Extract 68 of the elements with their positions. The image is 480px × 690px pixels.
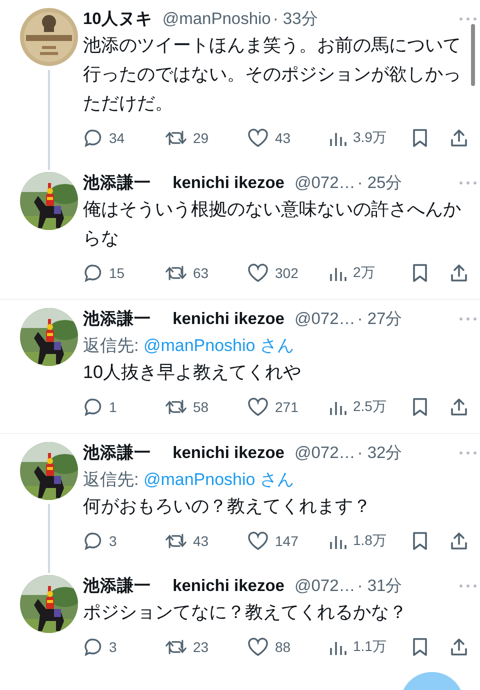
repost-icon[interactable] xyxy=(165,531,187,551)
heart-icon[interactable] xyxy=(247,637,269,657)
reply-count: 3 xyxy=(109,533,117,549)
timestamp[interactable]: · 33分 xyxy=(272,8,318,30)
timestamp[interactable]: · 31分 xyxy=(357,575,403,597)
repost-icon[interactable] xyxy=(165,128,187,148)
reply-icon[interactable] xyxy=(83,637,103,657)
tweet-text: 池添のツイートほんま笑う。お前の馬について行ったのではない。そのポジションが欲しかっただけだ。 xyxy=(83,34,461,115)
user-name[interactable]: 10人ヌキ xyxy=(83,8,152,30)
reply-icon[interactable] xyxy=(83,128,103,148)
scrollbar[interactable] xyxy=(471,24,475,86)
reply-count: 34 xyxy=(109,130,125,146)
view-count: 3.9万 xyxy=(353,129,386,147)
view-count: 2万 xyxy=(353,264,375,282)
repost-icon[interactable] xyxy=(165,397,187,417)
reply-count: 3 xyxy=(109,639,117,655)
user-handle[interactable]: @072… xyxy=(294,577,356,596)
bookmark-icon[interactable] xyxy=(411,637,429,657)
reply-icon[interactable] xyxy=(83,263,103,283)
share-icon[interactable] xyxy=(449,128,469,148)
user-handle[interactable]: @072… xyxy=(294,310,356,329)
repost-icon[interactable] xyxy=(165,263,187,283)
reply-icon[interactable] xyxy=(83,397,103,417)
like-count: 271 xyxy=(275,399,298,415)
user-handle[interactable]: @072… xyxy=(294,444,356,463)
bookmark-icon[interactable] xyxy=(411,128,429,148)
repost-icon[interactable] xyxy=(165,637,187,657)
view-count: 1.8万 xyxy=(353,532,386,550)
reply-count: 1 xyxy=(109,399,117,415)
heart-icon[interactable] xyxy=(247,128,269,148)
bookmark-icon[interactable] xyxy=(411,263,429,283)
timestamp[interactable]: · 32分 xyxy=(357,442,403,464)
view-count: 2.5万 xyxy=(353,398,386,416)
timestamp[interactable]: · 25分 xyxy=(357,172,403,194)
reply-count: 15 xyxy=(109,265,125,281)
repost-count: 58 xyxy=(193,399,209,415)
repost-count: 23 xyxy=(193,639,209,655)
heart-icon[interactable] xyxy=(247,531,269,551)
tweet-text: ポジションてなに？教えてくれるかな？ xyxy=(83,601,408,624)
user-name[interactable]: 池添謙一 kenichi ikezoe xyxy=(83,172,284,194)
like-count: 302 xyxy=(275,265,298,281)
heart-icon[interactable] xyxy=(247,397,269,417)
repost-count: 63 xyxy=(193,265,209,281)
view-count: 1.1万 xyxy=(353,638,386,656)
share-icon[interactable] xyxy=(449,263,469,283)
reply-icon[interactable] xyxy=(83,531,103,551)
user-name[interactable]: 池添謙一 kenichi ikezoe xyxy=(83,308,284,330)
reply-to-text: 返信先: @manPnoshio さん xyxy=(83,469,295,491)
like-count: 43 xyxy=(275,130,291,146)
user-name[interactable]: 池添謙一 kenichi ikezoe xyxy=(83,442,284,464)
tweet-text: 何がおもろいの？教えてくれます？ xyxy=(83,495,372,518)
bookmark-icon[interactable] xyxy=(411,397,429,417)
share-icon[interactable] xyxy=(449,637,469,657)
share-icon[interactable] xyxy=(449,531,469,551)
user-handle[interactable]: @manPnoshio xyxy=(162,10,271,29)
bookmark-icon[interactable] xyxy=(411,531,429,551)
user-handle[interactable]: @072… xyxy=(294,174,356,193)
repost-count: 29 xyxy=(193,130,209,146)
heart-icon[interactable] xyxy=(247,263,269,283)
tweet-text: 俺はそういう根拠のない意味ないの許さへんからな xyxy=(83,198,461,250)
like-count: 88 xyxy=(275,639,291,655)
timestamp[interactable]: · 27分 xyxy=(357,308,403,330)
user-name[interactable]: 池添謙一 kenichi ikezoe xyxy=(83,575,284,597)
repost-count: 43 xyxy=(193,533,209,549)
like-count: 147 xyxy=(275,533,298,549)
reply-to-text: 返信先: @manPnoshio さん xyxy=(83,335,295,357)
share-icon[interactable] xyxy=(449,397,469,417)
tweet-text: 10人抜き早よ教えてくれや xyxy=(83,361,302,384)
